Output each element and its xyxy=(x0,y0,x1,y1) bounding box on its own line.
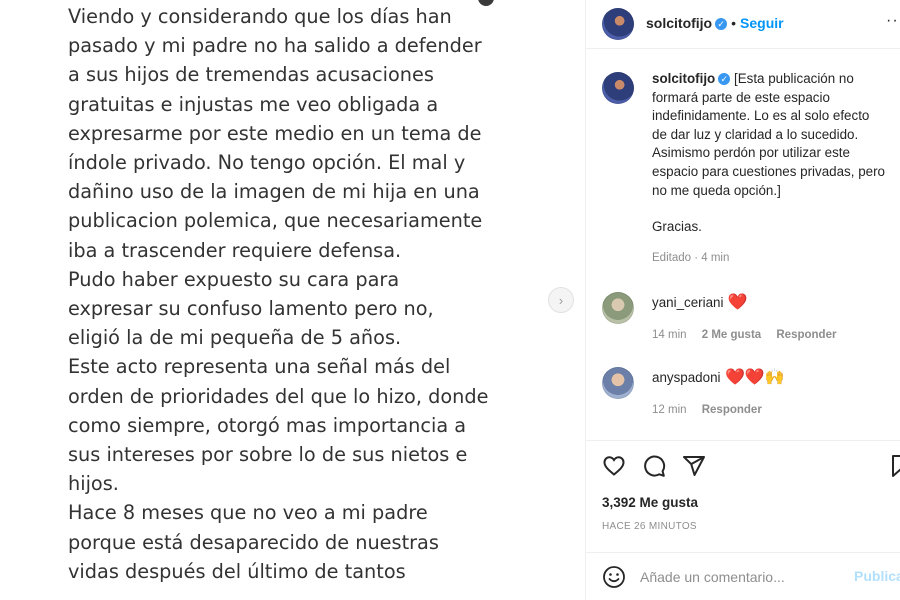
comment-reply-button[interactable]: Responder xyxy=(702,404,762,416)
comment-reply-button[interactable]: Responder xyxy=(776,329,836,341)
post-image: Viendo y considerando que los días han p… xyxy=(0,0,545,600)
header-user-row: solcitofijo ✓ • Seguir xyxy=(646,15,784,33)
post-text-line: pasado y mi padre no ha salido a defende… xyxy=(68,34,482,58)
comment-username[interactable]: yani_ceriani xyxy=(652,295,723,310)
author-username[interactable]: solcitofijo xyxy=(646,15,712,31)
add-comment-bar: Publicar xyxy=(586,553,900,600)
post-text-line: iba a trascender requiere defensa. xyxy=(68,238,402,262)
comment-username[interactable]: anyspadoni xyxy=(652,370,721,385)
actions-divider xyxy=(586,440,900,441)
caption-line: [Esta publicación no xyxy=(733,71,854,86)
likes-count[interactable]: 3,392 Me gusta xyxy=(602,495,698,510)
comment-time: 14 min xyxy=(652,329,687,341)
emoji-icon[interactable] xyxy=(602,565,626,589)
post-header: solcitofijo✓•Seguir ··· xyxy=(586,0,900,49)
post-text-line: orden de prioridades del que lo hizo, do… xyxy=(68,384,489,408)
post-text-line: sus intereses por sobre lo de sus nietos… xyxy=(68,443,468,467)
comment-text: ❤️❤️🙌 xyxy=(724,369,785,386)
post-text-line: vidas después del último de tantos xyxy=(68,559,406,583)
caption-line: indefinidamente. Lo es al solo efecto xyxy=(652,108,870,124)
post-text-line: expresar su confuso lamento pero no, xyxy=(68,297,434,321)
post-text-line: a sus hijos de tremendas acusaciones xyxy=(68,63,434,87)
follow-button[interactable]: Seguir xyxy=(740,15,784,31)
caption-line: formará parte de este espacio xyxy=(652,89,830,105)
more-options-icon[interactable]: ··· xyxy=(886,12,900,30)
post-text-line: Este acto representa una señal más del xyxy=(68,355,451,379)
heart-icon[interactable] xyxy=(602,454,626,478)
post-text-line: dañino uso de la imagen de mi hija en un… xyxy=(68,180,480,204)
chevron-right-icon: › xyxy=(558,292,564,308)
post-text-line: hijos. xyxy=(68,472,119,496)
publish-button[interactable]: Publicar xyxy=(854,568,900,584)
comment-meta: 12 min Responder xyxy=(652,404,762,416)
author-avatar[interactable] xyxy=(602,8,634,40)
comment-time: 12 min xyxy=(652,404,687,416)
share-icon[interactable] xyxy=(682,454,706,478)
comment-body: yani_ceriani ❤️ xyxy=(652,292,748,312)
post-text-line: porque está desaparecido de nuestras xyxy=(68,530,439,554)
caption-avatar[interactable] xyxy=(602,72,634,104)
post-text-line: Hace 8 meses que no veo a mi padre xyxy=(68,501,428,525)
post-image-text: Viendo y considerando que los días han p… xyxy=(68,2,508,586)
caption-meta: Editado · 4 min xyxy=(652,251,730,264)
caption-username[interactable]: solcitofijo xyxy=(652,71,715,86)
caption-line: Asimismo perdón por utilizar este xyxy=(652,145,850,161)
post-text-line: Pudo haber expuesto su cara para xyxy=(68,267,400,291)
post-text-line: índole privado. No tengo opción. El mal … xyxy=(68,151,466,175)
post-text-line: gratuitas e injustas me veo obligada a xyxy=(68,92,439,116)
comment-text: ❤️ xyxy=(727,294,748,311)
comment-meta: 14 min 2 Me gusta Responder xyxy=(652,329,836,341)
separator-dot: • xyxy=(731,15,737,31)
bookmark-icon[interactable] xyxy=(889,454,900,478)
verified-badge-icon: ✓ xyxy=(718,73,731,86)
add-comment-input[interactable] xyxy=(640,565,840,589)
post-actions xyxy=(602,454,900,478)
verified-badge-icon: ✓ xyxy=(715,17,728,30)
commenter-avatar[interactable] xyxy=(602,367,634,399)
post-text-line: Viendo y considerando que los días han xyxy=(68,5,452,28)
post-details-panel: solcitofijo✓•Seguir ··· solcitofijo✓ [Es… xyxy=(586,0,900,600)
caption-line: no me queda opción.] xyxy=(652,182,781,198)
caption-thanks: Gracias. xyxy=(652,219,702,235)
comment-icon[interactable] xyxy=(642,454,666,478)
caption-line: espacio para cuestiones privadas, pero xyxy=(652,163,885,179)
caption-content: solcitofijo ✓ [Esta publicación no formar… xyxy=(652,70,892,267)
post-text-line: como siempre, otorgó mas importancia a xyxy=(68,413,467,437)
caption-line: de dar luz y claridad a lo sucedido. xyxy=(652,126,859,142)
post-text-line: expresarme por este medio en un tema de xyxy=(68,121,482,145)
comment-body: anyspadoni ❤️❤️🙌 xyxy=(652,367,785,387)
commenter-avatar[interactable] xyxy=(602,292,634,324)
post-text-line: eligió la de mi pequeña de 5 años. xyxy=(68,326,402,350)
next-image-button[interactable]: › xyxy=(548,287,574,313)
post-timestamp[interactable]: HACE 26 MINUTOS xyxy=(602,521,697,532)
post-text-line: publicacion polemica, que necesariamente xyxy=(68,209,483,233)
comment-likes-button[interactable]: 2 Me gusta xyxy=(702,329,761,341)
